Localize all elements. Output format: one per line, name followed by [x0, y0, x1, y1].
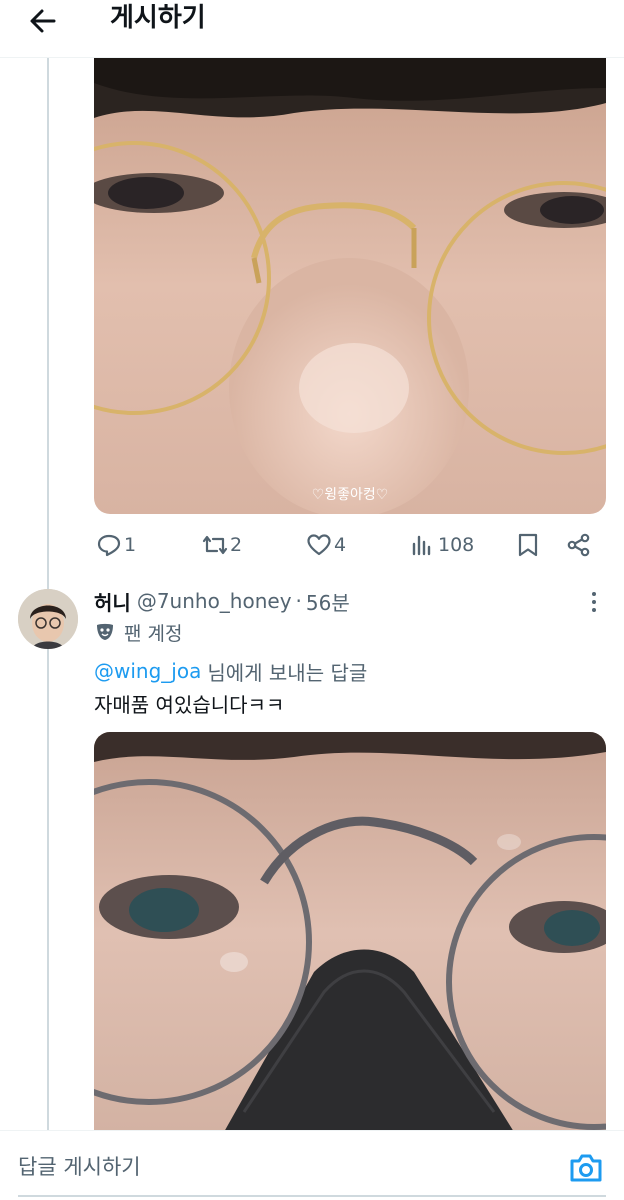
- mention-link[interactable]: @wing_joa: [94, 659, 201, 683]
- replying-to-suffix: 님에게 보내는 답글: [207, 660, 368, 685]
- reply-composer: 답글 게시하기: [0, 1130, 624, 1200]
- like-count: 4: [334, 534, 347, 556]
- account-badge: 팬 계정: [94, 618, 182, 646]
- bookmark-button[interactable]: [515, 528, 541, 562]
- display-name[interactable]: 허니: [94, 587, 131, 616]
- views-button[interactable]: 108: [410, 528, 474, 562]
- more-options-button[interactable]: [584, 590, 604, 614]
- post-photo[interactable]: ♡윙좋아컹♡: [94, 58, 606, 514]
- reply-count: 1: [124, 534, 137, 556]
- reply-icon: [97, 534, 121, 557]
- theater-mask-icon: [97, 623, 113, 640]
- retweet-button[interactable]: 2: [202, 528, 242, 562]
- badge-label: 팬 계정: [124, 622, 183, 645]
- bookmark-icon: [518, 533, 538, 557]
- photo-watermark: ♡윙좋아컹♡: [312, 487, 389, 503]
- reply-input[interactable]: 답글 게시하기: [18, 1149, 538, 1185]
- share-icon: [567, 533, 590, 557]
- like-button[interactable]: 4: [306, 528, 346, 562]
- reply-author-line: 허니 @7unho_honey · 56분: [94, 586, 350, 616]
- view-count: 108: [438, 534, 475, 556]
- reply-photo[interactable]: [94, 732, 606, 1132]
- camera-button[interactable]: [568, 1151, 604, 1185]
- heart-icon: [307, 534, 331, 556]
- more-vertical-icon: [592, 592, 596, 612]
- retweet-icon: [202, 535, 228, 555]
- user-handle[interactable]: @7unho_honey: [137, 589, 292, 613]
- reply-button[interactable]: 1: [96, 528, 136, 562]
- separator-dot: ·: [295, 589, 302, 613]
- back-button[interactable]: [26, 4, 60, 38]
- reply-text: 자매품 여있습니다ㅋㅋ: [94, 693, 285, 717]
- post-action-bar: 1 2 4 108: [94, 528, 606, 562]
- page-title: 게시하기: [110, 3, 206, 33]
- retweet-count: 2: [230, 534, 243, 556]
- composer-underline: [18, 1195, 606, 1197]
- camera-icon: [570, 1154, 602, 1182]
- arrow-left-icon: [30, 9, 56, 33]
- top-bar: 게시하기: [0, 0, 624, 58]
- analytics-icon: [412, 535, 431, 556]
- replying-to-line: @wing_joa 님에게 보내는 답글: [94, 656, 367, 686]
- avatar[interactable]: [18, 589, 78, 649]
- share-button[interactable]: [566, 528, 592, 562]
- post-time[interactable]: 56분: [306, 587, 350, 616]
